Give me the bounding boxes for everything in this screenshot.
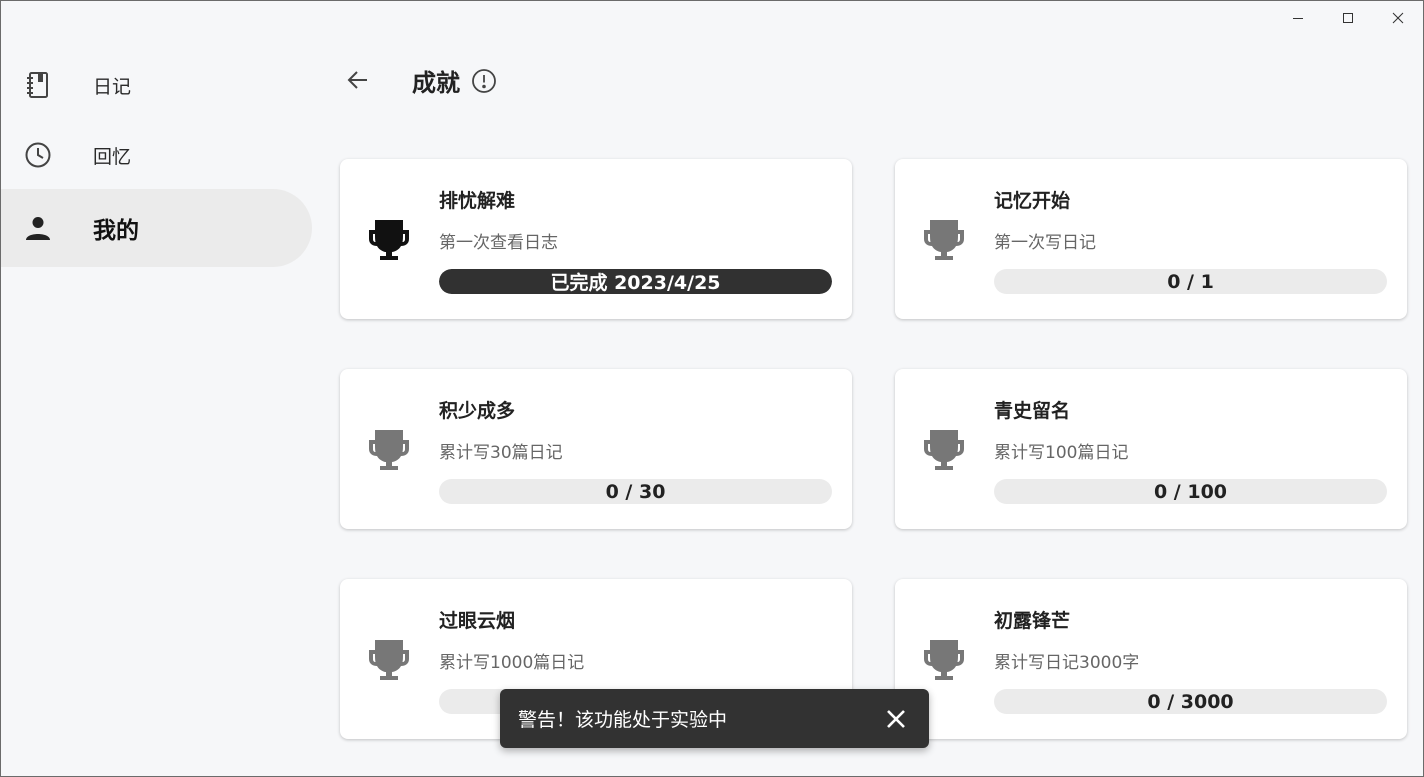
achievement-description: 累计写100篇日记 [994,443,1129,463]
sidebar-item-label: 回忆 [93,145,132,168]
progress-text: 0 / 100 [1153,480,1228,503]
achievement-description: 累计写1000篇日记 [439,653,585,673]
trophy-icon [924,430,964,470]
trophy-icon [924,640,964,680]
close-window-button[interactable] [1373,1,1423,35]
back-button[interactable] [341,63,375,97]
achievement-progress-bar: 0 / 1 [994,269,1387,294]
sidebar-item-diary[interactable]: 日记 [1,46,312,124]
achievement-description: 第一次查看日志 [439,233,558,253]
sidebar-item-mine[interactable]: 我的 [1,189,312,267]
info-circle-icon[interactable] [471,68,497,94]
window-controls [1273,1,1423,35]
achievement-card: 记忆开始 第一次写日记 0 / 1 [895,159,1407,319]
close-icon [1392,12,1404,24]
sidebar: 日记 回忆 我的 [1,1,313,776]
trophy-icon [369,430,409,470]
achievement-progress-bar: 0 / 100 [994,479,1387,504]
achievement-card: 排忧解难 第一次查看日志 已完成 2023/4/25 [340,159,852,319]
achievement-description: 累计写30篇日记 [439,443,563,463]
trophy-icon [369,220,409,260]
sidebar-item-label: 日记 [93,75,132,98]
page-title: 成就 [412,69,460,97]
achievement-title: 过眼云烟 [439,610,516,632]
progress-text: 0 / 3000 [1147,690,1234,713]
snackbar-message: 警告！该功能处于实验中 [518,709,728,731]
diary-icon [23,70,53,100]
maximize-button[interactable] [1323,1,1373,35]
achievement-description: 第一次写日记 [994,233,1096,253]
sidebar-item-memories[interactable]: 回忆 [1,116,312,194]
achievement-title: 记忆开始 [994,190,1071,212]
arrow-left-icon [347,71,367,89]
warning-snackbar: 警告！该功能处于实验中 [500,689,929,748]
achievement-card: 积少成多 累计写30篇日记 0 / 30 [340,369,852,529]
achievement-progress-bar: 已完成 2023/4/25 [439,269,832,294]
progress-text: 0 / 1 [1167,270,1214,293]
person-icon [23,213,53,243]
clock-icon [23,140,53,170]
achievement-title: 青史留名 [994,400,1071,422]
achievement-progress-bar: 0 / 30 [439,479,832,504]
achievement-progress-bar: 0 / 3000 [994,689,1387,714]
minimize-button[interactable] [1273,1,1323,35]
achievement-card: 青史留名 累计写100篇日记 0 / 100 [895,369,1407,529]
minimize-icon [1293,18,1303,19]
progress-text: 已完成 2023/4/25 [550,272,721,294]
sidebar-item-label: 我的 [93,218,139,244]
progress-text: 0 / 30 [605,480,666,503]
close-icon [887,710,905,728]
achievement-title: 初露锋芒 [994,610,1071,632]
achievement-description: 累计写日记3000字 [994,653,1140,673]
trophy-icon [924,220,964,260]
snackbar-close-button[interactable] [883,706,909,732]
maximize-icon [1343,13,1353,23]
achievement-card: 初露锋芒 累计写日记3000字 0 / 3000 [895,579,1407,739]
achievement-title: 积少成多 [439,400,516,422]
achievement-title: 排忧解难 [439,190,516,212]
trophy-icon [369,640,409,680]
